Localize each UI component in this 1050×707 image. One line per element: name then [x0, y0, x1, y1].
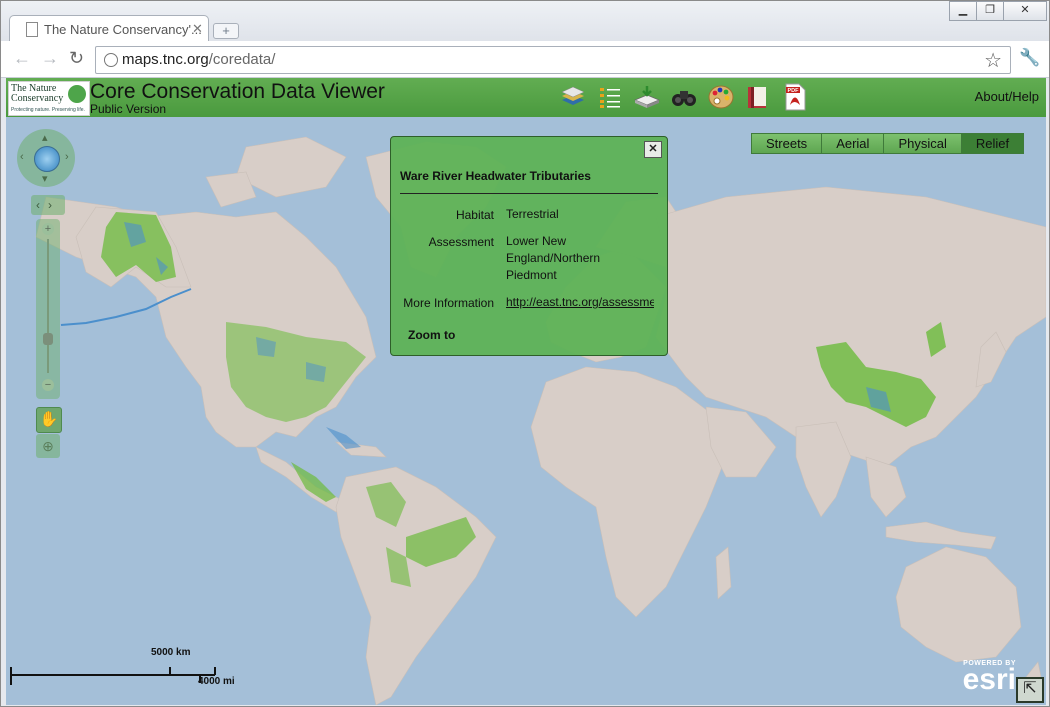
palette-icon[interactable] — [706, 82, 736, 112]
add-data-icon[interactable] — [632, 82, 662, 112]
habitat-label: Habitat — [455, 208, 494, 222]
assessment-label: Assessment — [428, 235, 494, 249]
address-bar[interactable]: maps.tnc.org/coredata/ ☆ — [95, 46, 1011, 74]
back-icon[interactable]: ← — [13, 48, 31, 69]
zoom-out-icon[interactable]: − — [42, 379, 54, 391]
resize-corner-icon[interactable]: ⇱ — [1016, 677, 1044, 703]
esri-wordmark: esri — [962, 663, 1016, 696]
map-canvas[interactable]: ▴ ▾ ‹ › ‹› + − ✋ ⊕ Streets Aerial Physic… — [6, 117, 1046, 705]
zoom-in-icon[interactable]: + — [42, 223, 54, 235]
url-text: maps.tnc.org/coredata/ — [122, 51, 276, 68]
restore-icon[interactable]: ❐ — [976, 1, 1004, 21]
pan-hand-icon[interactable]: ✋ — [36, 407, 62, 433]
assessment-value: Lower New England/Northern Piedmont — [506, 234, 601, 282]
map-navigation: ▴ ▾ ‹ › ‹› + − ✋ ⊕ — [17, 129, 75, 458]
window-controls: ▁ ❐ ✕ — [949, 1, 1047, 21]
more-info-label: More Information — [403, 296, 494, 310]
toolbar-tools: PDF — [558, 82, 810, 112]
popup-divider — [400, 193, 658, 194]
zoom-thumb[interactable] — [43, 333, 53, 345]
browser-toolbar: ← → ↻ maps.tnc.org/coredata/ ☆ 🔧 — [1, 41, 1049, 78]
minimize-icon[interactable]: ▁ — [949, 1, 977, 21]
legend-icon[interactable] — [595, 82, 625, 112]
page-icon — [26, 22, 38, 37]
new-tab-button[interactable]: + — [213, 23, 239, 39]
zoom-slider[interactable]: + − — [36, 219, 60, 399]
wrench-icon[interactable]: 🔧 — [1019, 48, 1040, 68]
pan-right-icon[interactable]: › — [65, 151, 69, 163]
pan-left-icon[interactable]: ‹ — [20, 151, 24, 163]
info-popup: ✕ Ware River Headwater Tributaries Habit… — [390, 136, 668, 356]
binoculars-icon[interactable] — [669, 82, 699, 112]
logo-tagline: Protecting nature. Preserving life. — [11, 107, 85, 113]
pan-up-icon[interactable]: ▴ — [42, 131, 48, 144]
more-info-link[interactable]: http://east.tnc.org/assessment — [506, 294, 654, 311]
esri-logo: POWERED BY esri — [962, 660, 1016, 696]
zoom-to-link[interactable]: Zoom to — [408, 328, 455, 342]
globe-icon — [104, 53, 118, 67]
zoom-box-icon[interactable]: ⊕ — [36, 434, 60, 458]
globe-icon[interactable] — [34, 146, 60, 172]
reload-icon[interactable]: ↻ — [69, 48, 84, 69]
tab-strip: The Nature Conservancy'... ✕ + ▁ ❐ ✕ — [1, 1, 1049, 44]
pan-down-icon[interactable]: ▾ — [42, 172, 48, 185]
scale-bar: 5000 km 4000 mi — [10, 647, 250, 697]
browser-tab[interactable]: The Nature Conservancy'... ✕ — [9, 15, 209, 44]
scale-imperial-label: 4000 mi — [198, 676, 235, 687]
logo-leaf-icon — [68, 85, 86, 103]
popup-title: Ware River Headwater Tributaries — [400, 169, 591, 183]
zoom-track — [47, 239, 49, 373]
pdf-icon[interactable]: PDF — [780, 82, 810, 112]
book-icon[interactable] — [743, 82, 773, 112]
tnc-logo: The Nature Conservancy Protecting nature… — [8, 81, 90, 116]
window-close-icon[interactable]: ✕ — [1003, 1, 1047, 21]
popup-close-icon[interactable]: ✕ — [644, 141, 662, 158]
basemap-relief-button[interactable]: Relief — [960, 134, 1024, 153]
basemap-aerial-button[interactable]: Aerial — [821, 134, 884, 153]
basemap-physical-button[interactable]: Physical — [883, 134, 961, 153]
basemap-streets-button[interactable]: Streets — [752, 134, 822, 153]
tab-close-icon[interactable]: ✕ — [192, 21, 203, 37]
browser-window: The Nature Conservancy'... ✕ + ▁ ❐ ✕ ← →… — [0, 0, 1050, 707]
about-help-link[interactable]: About/Help — [975, 89, 1039, 104]
bookmark-star-icon[interactable]: ☆ — [984, 48, 1002, 73]
pan-control[interactable]: ▴ ▾ ‹ › — [17, 129, 75, 187]
extent-prev-next[interactable]: ‹› — [31, 195, 65, 215]
layers-icon[interactable] — [558, 82, 588, 112]
basemap-switcher: Streets Aerial Physical Relief — [751, 133, 1025, 154]
app-title: Core Conservation Data Viewer — [90, 80, 385, 103]
svg-text:PDF: PDF — [788, 88, 800, 94]
tab-title: The Nature Conservancy'... — [44, 22, 202, 37]
app-header: The Nature Conservancy Protecting nature… — [6, 78, 1046, 117]
app-subtitle: Public Version — [90, 102, 167, 116]
forward-icon[interactable]: → — [41, 48, 59, 69]
habitat-value: Terrestrial — [506, 207, 559, 221]
